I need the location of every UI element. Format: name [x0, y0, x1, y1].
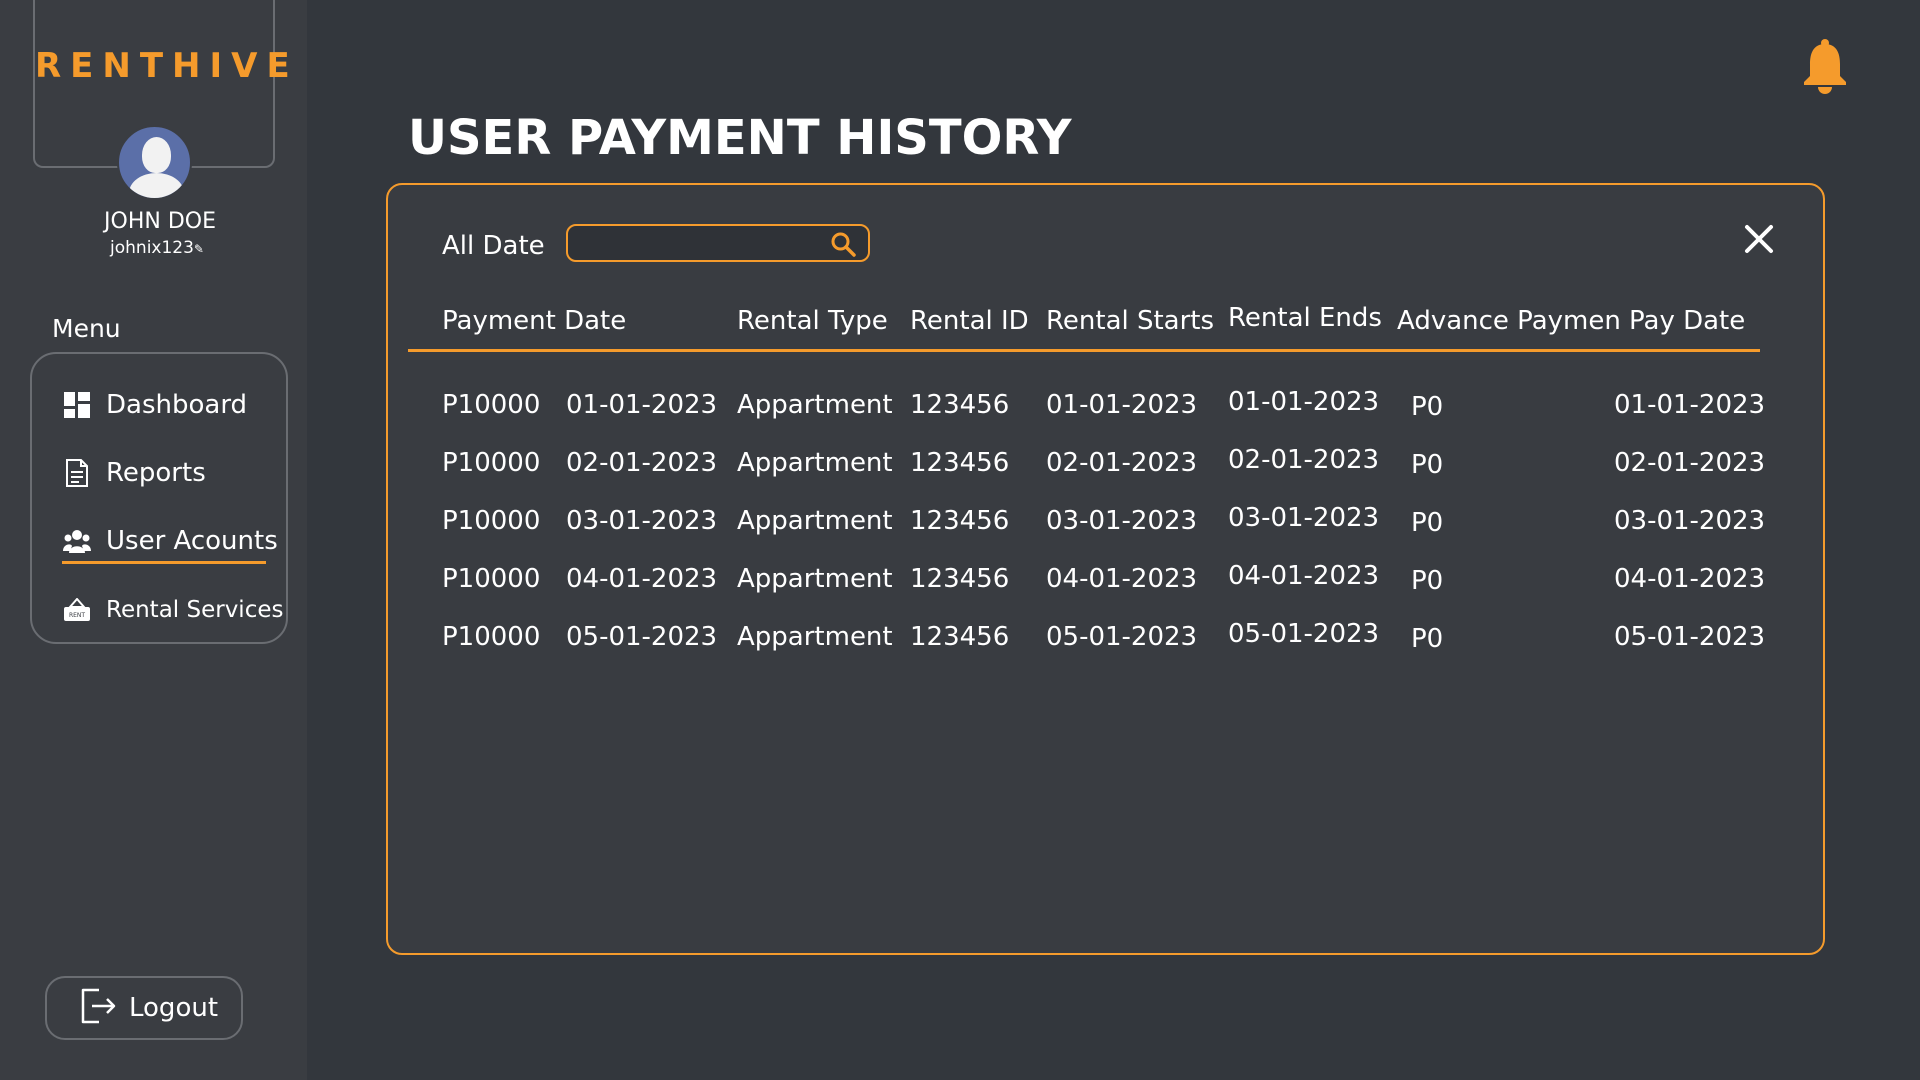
cell-pay-date: 05-01-2023 [1614, 622, 1766, 652]
cell-advance-payment: P0 [1411, 508, 1444, 538]
cell-advance-payment: P0 [1411, 624, 1444, 654]
sidebar-item-label: User Acounts [106, 526, 278, 556]
cell-rental-id: 123456 [910, 448, 1010, 478]
cell-payment-date: 05-01-2023 [566, 622, 718, 652]
search-input[interactable] [578, 230, 818, 256]
avatar-head [142, 137, 171, 173]
logout-button[interactable]: Logout [45, 976, 243, 1040]
column-header-advance-payment: Advance Paymen [1397, 306, 1621, 336]
users-group-icon [62, 526, 92, 556]
cell-advance-payment: P0 [1411, 392, 1444, 422]
column-header-rental-id: Rental ID [910, 306, 1029, 336]
cell-rental-type: Appartment [737, 622, 893, 652]
payment-history-panel: All Date Payment Date Rental Type Rental… [386, 183, 1825, 955]
date-filter-label: All Date [442, 231, 545, 261]
cell-rental-ends: 04-01-2023 [1228, 561, 1380, 591]
cell-rental-type: Appartment [737, 448, 893, 478]
report-document-icon [62, 458, 92, 488]
cell-payment-id: P10000 [442, 390, 541, 420]
cell-advance-payment: P0 [1411, 450, 1444, 480]
menu-box: Dashboard Reports User Acounts RENT Rent… [30, 352, 288, 644]
cell-payment-date: 03-01-2023 [566, 506, 718, 536]
table-row: P10000 03-01-2023 Appartment 123456 03-0… [388, 503, 1823, 546]
sidebar: RENTHIVE JOHN DOE johnix123✎ Menu Dashbo… [0, 0, 307, 1080]
cell-rental-starts: 04-01-2023 [1046, 564, 1198, 594]
search-box [566, 224, 870, 262]
column-header-pay-date: Pay Date [1629, 306, 1746, 336]
cell-advance-payment: P0 [1411, 566, 1444, 596]
column-header-rental-starts: Rental Starts [1046, 306, 1215, 336]
cell-payment-id: P10000 [442, 506, 541, 536]
cell-rental-ends: 02-01-2023 [1228, 445, 1380, 475]
bell-icon[interactable] [1802, 38, 1848, 94]
cell-rental-starts: 01-01-2023 [1046, 390, 1198, 420]
cell-rental-id: 123456 [910, 564, 1010, 594]
edit-pencil-icon[interactable]: ✎ [194, 242, 204, 256]
sidebar-item-rental-services[interactable]: RENT Rental Services [62, 590, 283, 630]
svg-text:RENT: RENT [69, 612, 85, 619]
search-icon[interactable] [830, 231, 856, 257]
close-icon[interactable] [1743, 223, 1775, 255]
user-handle-row: johnix123✎ [60, 238, 254, 258]
page-title: USER PAYMENT HISTORY [408, 110, 1072, 166]
cell-rental-type: Appartment [737, 564, 893, 594]
rent-sign-icon: RENT [62, 595, 92, 625]
cell-payment-date: 04-01-2023 [566, 564, 718, 594]
dashboard-icon [62, 390, 92, 420]
cell-pay-date: 01-01-2023 [1614, 390, 1766, 420]
cell-pay-date: 04-01-2023 [1614, 564, 1766, 594]
sidebar-item-dashboard[interactable]: Dashboard [62, 385, 247, 425]
cell-rental-starts: 03-01-2023 [1046, 506, 1198, 536]
user-name: JOHN DOE [104, 209, 216, 234]
cell-payment-date: 01-01-2023 [566, 390, 718, 420]
cell-rental-ends: 05-01-2023 [1228, 619, 1380, 649]
user-handle: johnix123 [110, 238, 194, 258]
cell-pay-date: 02-01-2023 [1614, 448, 1766, 478]
avatar-body [129, 173, 184, 198]
cell-rental-type: Appartment [737, 506, 893, 536]
brand-logo: RENTHIVE [35, 46, 299, 86]
sidebar-item-label: Rental Services [106, 597, 284, 623]
column-header-rental-type: Rental Type [737, 306, 888, 336]
sidebar-item-label: Reports [106, 458, 206, 488]
cell-payment-date: 02-01-2023 [566, 448, 718, 478]
cell-payment-id: P10000 [442, 622, 541, 652]
sidebar-item-reports[interactable]: Reports [62, 453, 206, 493]
column-header-payment-date: Payment Date [442, 306, 627, 336]
table-row: P10000 04-01-2023 Appartment 123456 04-0… [388, 561, 1823, 604]
table-header-divider [408, 349, 1760, 352]
table-row: P10000 01-01-2023 Appartment 123456 01-0… [388, 387, 1823, 430]
cell-rental-id: 123456 [910, 506, 1010, 536]
cell-rental-id: 123456 [910, 390, 1010, 420]
table-row: P10000 02-01-2023 Appartment 123456 02-0… [388, 445, 1823, 488]
cell-rental-starts: 05-01-2023 [1046, 622, 1198, 652]
column-header-rental-ends: Rental Ends [1228, 303, 1382, 333]
active-item-underline [62, 561, 266, 564]
sidebar-item-label: Dashboard [106, 390, 248, 420]
cell-rental-ends: 03-01-2023 [1228, 503, 1380, 533]
sidebar-item-user-accounts[interactable]: User Acounts [62, 521, 278, 561]
logout-label: Logout [129, 993, 219, 1023]
logout-icon [77, 986, 117, 1030]
avatar[interactable] [117, 125, 192, 200]
menu-title: Menu [52, 314, 121, 343]
cell-payment-id: P10000 [442, 448, 541, 478]
cell-payment-id: P10000 [442, 564, 541, 594]
cell-rental-type: Appartment [737, 390, 893, 420]
table-row: P10000 05-01-2023 Appartment 123456 05-0… [388, 619, 1823, 662]
cell-rental-id: 123456 [910, 622, 1010, 652]
cell-pay-date: 03-01-2023 [1614, 506, 1766, 536]
cell-rental-ends: 01-01-2023 [1228, 387, 1380, 417]
cell-rental-starts: 02-01-2023 [1046, 448, 1198, 478]
